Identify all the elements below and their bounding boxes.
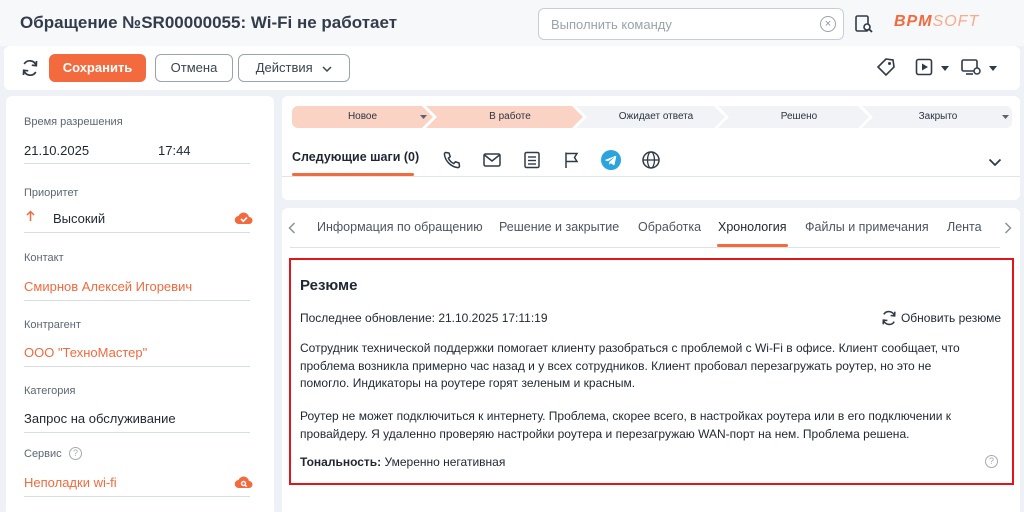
summary-title: Резюме bbox=[300, 277, 358, 294]
stage-panel: Новое В работе Ожидает ответа Решено Зак… bbox=[282, 96, 1020, 200]
field-divider bbox=[24, 496, 250, 497]
stage-new[interactable]: Новое bbox=[292, 106, 433, 128]
summary-text-line: Сотрудник технической поддержки помогает… bbox=[300, 341, 960, 355]
field-divider bbox=[24, 300, 250, 301]
contact-link[interactable]: Смирнов Алексей Игоревич bbox=[24, 279, 192, 294]
cancel-button[interactable]: Отмена bbox=[155, 54, 233, 82]
stage-resolved[interactable]: Решено bbox=[729, 106, 869, 128]
field-divider bbox=[24, 432, 250, 433]
summary-tone: Тональность: Умеренно негативная bbox=[300, 455, 505, 469]
summary-text-line: проблема возникла примерно час назад и у… bbox=[300, 358, 932, 373]
stage-bar: Новое В работе Ожидает ответа Решено Зак… bbox=[292, 106, 1012, 128]
screen-settings-icon[interactable] bbox=[960, 57, 982, 77]
field-divider bbox=[24, 366, 250, 367]
cloud-check-icon[interactable] bbox=[234, 211, 254, 225]
cloud-search-icon[interactable] bbox=[234, 475, 254, 489]
priority-value[interactable]: Высокий bbox=[53, 211, 105, 226]
summary-last-update: Последнее обновление: 21.10.2025 17:11:1… bbox=[300, 311, 548, 325]
globe-icon[interactable] bbox=[641, 150, 661, 170]
summary-text-line: помогло. Индикаторы на роутере горят зел… bbox=[300, 376, 636, 390]
logo-main-text: BPM bbox=[894, 13, 933, 30]
chevron-left-icon[interactable] bbox=[288, 222, 296, 234]
caret-down-icon[interactable] bbox=[989, 66, 997, 71]
command-input-placeholder: Выполнить команду bbox=[551, 17, 672, 32]
priority-label: Приоритет bbox=[24, 187, 79, 199]
actions-button[interactable]: Действия bbox=[238, 54, 350, 82]
account-link[interactable]: ООО "ТехноМастер" bbox=[24, 345, 147, 360]
tab-processing[interactable]: Обработка bbox=[638, 220, 701, 234]
tone-value: Умеренно негативная bbox=[384, 455, 506, 469]
next-steps-title[interactable]: Следующие шаги (0) bbox=[292, 150, 419, 164]
category-value[interactable]: Запрос на обслуживание bbox=[24, 411, 176, 426]
summary-paragraph-1: Сотрудник технической поддержки помогает… bbox=[300, 340, 1005, 393]
caret-down-icon[interactable] bbox=[420, 115, 427, 119]
refresh-summary-button[interactable]: Обновить резюме bbox=[880, 309, 1001, 327]
resolution-time-label: Время разрешения bbox=[24, 116, 123, 128]
logo-thin-text: SOFT bbox=[932, 13, 980, 30]
help-icon[interactable]: ? bbox=[985, 455, 998, 468]
email-icon[interactable] bbox=[482, 151, 502, 169]
tab-files-notes[interactable]: Файлы и примечания bbox=[805, 220, 929, 234]
contact-label: Контакт bbox=[24, 252, 64, 264]
chevron-down-icon[interactable] bbox=[988, 158, 1002, 167]
field-divider bbox=[24, 163, 250, 164]
save-button[interactable]: Сохранить bbox=[49, 54, 146, 82]
flag-icon[interactable] bbox=[562, 150, 582, 170]
summary-text-line: провайдеру. Я удаленно проверяю настройк… bbox=[300, 426, 910, 441]
summary-paragraph-2: Роутер не может подключиться к интернету… bbox=[300, 408, 1005, 443]
run-process-icon[interactable] bbox=[914, 57, 934, 77]
stage-in-progress[interactable]: В работе bbox=[437, 106, 583, 128]
tab-request-info[interactable]: Информация по обращению bbox=[317, 220, 483, 234]
field-divider bbox=[24, 232, 250, 233]
help-icon[interactable]: ? bbox=[69, 447, 82, 460]
actions-button-label: Действия bbox=[255, 60, 313, 75]
page-header: Обращение №SR00000055: Wi-Fi не работает… bbox=[0, 0, 1024, 46]
caret-down-icon[interactable] bbox=[1002, 115, 1009, 119]
account-label: Контрагент bbox=[24, 319, 81, 331]
telegram-icon[interactable] bbox=[600, 149, 622, 171]
refresh-summary-label: Обновить резюме bbox=[900, 311, 1001, 325]
category-label: Категория bbox=[24, 385, 76, 397]
clear-icon[interactable]: × bbox=[820, 16, 836, 32]
divider bbox=[282, 176, 1020, 177]
summary-text-line: Роутер не может подключиться к интернету… bbox=[300, 409, 951, 423]
phone-icon[interactable] bbox=[442, 150, 462, 170]
tab-feed[interactable]: Лента bbox=[947, 220, 982, 234]
tag-icon[interactable] bbox=[876, 57, 896, 77]
page-title: Обращение №SR00000055: Wi-Fi не работает bbox=[20, 13, 398, 32]
left-fields-panel: Время разрешения 21.10.2025 17:44 Приори… bbox=[6, 96, 274, 512]
stage-awaiting-response[interactable]: Ожидает ответа bbox=[587, 106, 725, 128]
tab-resolution-closure[interactable]: Решение и закрытие bbox=[499, 220, 619, 234]
command-input[interactable]: Выполнить команду × bbox=[538, 8, 844, 40]
resolution-date-value[interactable]: 21.10.2025 bbox=[24, 143, 89, 158]
search-document-icon[interactable] bbox=[854, 14, 874, 34]
toolbar: Сохранить Отмена Действия bbox=[4, 46, 1020, 90]
chevron-right-icon[interactable] bbox=[1004, 222, 1012, 234]
refresh-icon[interactable] bbox=[20, 58, 40, 78]
resolution-time-value[interactable]: 17:44 bbox=[158, 143, 191, 158]
service-link[interactable]: Неполадки wi-fi bbox=[24, 475, 117, 490]
caret-down-icon[interactable] bbox=[941, 66, 949, 71]
stage-closed[interactable]: Закрыто bbox=[873, 106, 1003, 128]
tabs-divider bbox=[290, 247, 1000, 248]
summary-block: Резюме Последнее обновление: 21.10.2025 … bbox=[289, 258, 1014, 485]
tab-timeline[interactable]: Хронология bbox=[718, 220, 787, 234]
refresh-icon bbox=[880, 309, 898, 327]
bpmsoft-logo: BPMSOFT bbox=[894, 13, 979, 31]
tone-label: Тональность: bbox=[300, 455, 382, 469]
document-list-icon[interactable] bbox=[522, 150, 542, 170]
arrow-up-icon bbox=[26, 210, 35, 222]
chevron-down-icon bbox=[322, 66, 332, 73]
service-label: Сервис bbox=[24, 448, 62, 460]
